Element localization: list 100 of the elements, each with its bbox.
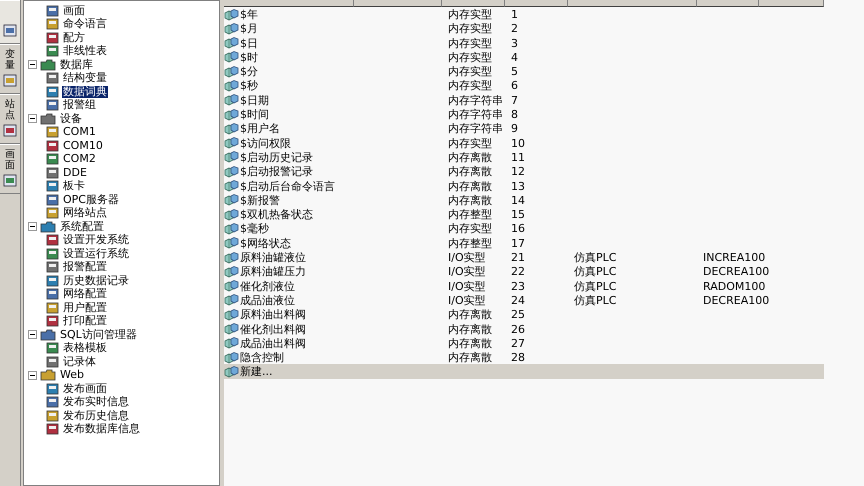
variable-type: I/O实型 xyxy=(447,280,486,293)
cube-icon xyxy=(224,337,239,350)
variable-name: $年 xyxy=(240,7,258,22)
collapse-icon[interactable] xyxy=(28,330,37,340)
side-tab[interactable]: 画面 xyxy=(0,144,20,194)
table-row[interactable]: 催化剂出料阀 内存离散 26 xyxy=(224,322,824,336)
tree-item[interactable]: 配方 xyxy=(62,32,86,44)
table-row[interactable]: $新报警 内存离散 14 xyxy=(224,192,824,208)
table-row[interactable]: $分 内存实型 5 xyxy=(224,64,824,78)
cube-icon xyxy=(224,323,239,336)
tree-item[interactable]: DDE xyxy=(62,166,88,179)
tree-item[interactable]: 发布画面 xyxy=(62,382,108,395)
column-header[interactable] xyxy=(442,0,505,7)
tree-item[interactable]: 系统配置 xyxy=(59,220,105,233)
cube-icon xyxy=(224,366,239,378)
tree-item[interactable]: 结构变量 xyxy=(62,72,108,84)
variable-id: 5 xyxy=(510,65,518,78)
node-icon xyxy=(46,180,59,192)
table-row[interactable]: $启动报警记录 内存离散 12 xyxy=(224,164,824,179)
folder-icon xyxy=(40,220,56,233)
table-row[interactable]: $启动历史记录 内存离散 11 xyxy=(224,150,824,164)
tree-item[interactable]: 板卡 xyxy=(62,180,86,192)
table-row[interactable]: 隐含控制 内存离散 28 xyxy=(224,350,824,364)
cube-icon xyxy=(224,94,239,106)
variable-name: 原料油罐液位 xyxy=(240,250,306,266)
tree-item[interactable]: COM1 xyxy=(62,126,97,138)
side-tab[interactable] xyxy=(0,0,20,44)
variable-type: 内存实型 xyxy=(447,65,492,78)
table-row[interactable]: $时 内存实型 4 xyxy=(224,50,824,64)
tree-item[interactable]: 网络站点 xyxy=(62,207,108,220)
variable-name: $月 xyxy=(240,21,258,36)
tree-item[interactable]: 数据词典 xyxy=(62,86,108,98)
table-row[interactable]: $双机热备状态 内存整型 15 xyxy=(224,207,824,222)
tree-item[interactable]: SQL访问管理器 xyxy=(59,328,138,341)
table-row[interactable]: $月 内存实型 2 xyxy=(224,21,824,36)
column-header[interactable] xyxy=(568,0,697,7)
collapse-icon[interactable] xyxy=(28,114,37,124)
tree-item[interactable]: 报警组 xyxy=(62,99,97,112)
table-row[interactable]: 原料油出料阀 内存离散 25 xyxy=(224,307,824,322)
column-header[interactable] xyxy=(505,0,568,7)
tree-item[interactable]: 记录体 xyxy=(62,356,97,368)
tree-item[interactable]: 画面 xyxy=(62,4,86,17)
tree-item[interactable]: Web xyxy=(59,369,85,382)
table-row[interactable]: $访问权限 内存实型 10 xyxy=(224,136,824,150)
tree-item[interactable]: 发布数据库信息 xyxy=(62,423,141,436)
tree-item[interactable]: 打印配置 xyxy=(62,315,108,328)
tree-item[interactable]: COM10 xyxy=(62,140,104,152)
table-row[interactable]: $用户名 内存字符串 9 xyxy=(224,121,824,136)
table-row[interactable]: 成品油出料阀 内存离散 27 xyxy=(224,336,824,350)
tree-item[interactable]: 报警配置 xyxy=(62,261,108,274)
collapse-icon[interactable] xyxy=(28,222,37,232)
cube-icon xyxy=(224,294,239,306)
tree-item[interactable]: 设置运行系统 xyxy=(62,248,130,260)
column-header[interactable] xyxy=(354,0,442,7)
collapse-icon[interactable] xyxy=(28,60,37,70)
table-row[interactable]: $时间 内存字符串 8 xyxy=(224,107,824,122)
tree-item[interactable]: 设置开发系统 xyxy=(62,234,130,246)
tree-item[interactable]: 命令语言 xyxy=(62,18,108,30)
side-tab[interactable]: 变量 xyxy=(0,44,20,94)
cube-icon xyxy=(224,22,239,35)
table-row[interactable]: 新建... xyxy=(224,364,824,379)
tree-item[interactable]: COM2 xyxy=(62,153,97,166)
table-row[interactable]: 原料油罐液位 I/O实型 21 仿真PLC INCREA100 xyxy=(224,250,824,264)
tree-item[interactable]: 数据库 xyxy=(59,58,94,71)
variable-id: 14 xyxy=(510,194,525,207)
table-row[interactable]: 原料油罐压力 I/O实型 22 仿真PLC DECREA100 xyxy=(224,264,824,279)
table-row[interactable]: $网络状态 内存整型 17 xyxy=(224,236,824,250)
table-row[interactable]: 成品油液位 I/O实型 24 仿真PLC DECREA100 xyxy=(224,292,824,308)
table-row[interactable]: $秒 内存实型 6 xyxy=(224,78,824,93)
collapse-icon[interactable] xyxy=(28,370,37,380)
tree-item[interactable]: 发布历史信息 xyxy=(62,410,130,422)
variable-type: 内存离散 xyxy=(447,165,492,178)
variable-type: 内存实型 xyxy=(447,22,492,36)
tree-item[interactable]: 非线性表 xyxy=(62,45,108,58)
tree-item[interactable]: 用户配置 xyxy=(62,302,108,314)
column-header[interactable] xyxy=(697,0,759,7)
tree-item[interactable]: 发布实时信息 xyxy=(62,396,130,408)
node-icon xyxy=(46,315,59,328)
tree-item[interactable]: OPC服务器 xyxy=(62,194,120,206)
table-row[interactable]: $日期 内存字符串 7 xyxy=(224,92,824,108)
table-row[interactable]: $毫秒 内存实型 16 xyxy=(224,221,824,236)
column-header[interactable] xyxy=(759,0,824,7)
table-row[interactable]: 催化剂液位 I/O实型 23 仿真PLC RADOM100 xyxy=(224,278,824,293)
variable-name: 原料油出料阀 xyxy=(240,307,306,322)
cube-icon xyxy=(224,222,239,235)
table-row[interactable]: $日 内存实型 3 xyxy=(224,36,824,50)
side-tab[interactable]: 站点 xyxy=(0,94,20,144)
cube-icon xyxy=(224,37,239,50)
table-row[interactable]: $年 内存实型 1 xyxy=(224,7,824,22)
register-name: DECREA100 xyxy=(702,294,770,307)
column-header[interactable] xyxy=(224,0,354,7)
variable-type: 内存实型 xyxy=(447,136,492,150)
tree-item[interactable]: 设备 xyxy=(59,112,83,125)
table-row[interactable]: $启动后台命令语言 内存离散 13 xyxy=(224,178,824,193)
variable-id: 3 xyxy=(510,36,518,50)
cube-icon xyxy=(224,80,239,92)
tree-item[interactable]: 网络配置 xyxy=(62,288,108,300)
tree-item[interactable]: 历史数据记录 xyxy=(62,274,130,287)
variable-id: 23 xyxy=(510,280,525,293)
tree-item[interactable]: 表格模板 xyxy=(62,342,108,354)
